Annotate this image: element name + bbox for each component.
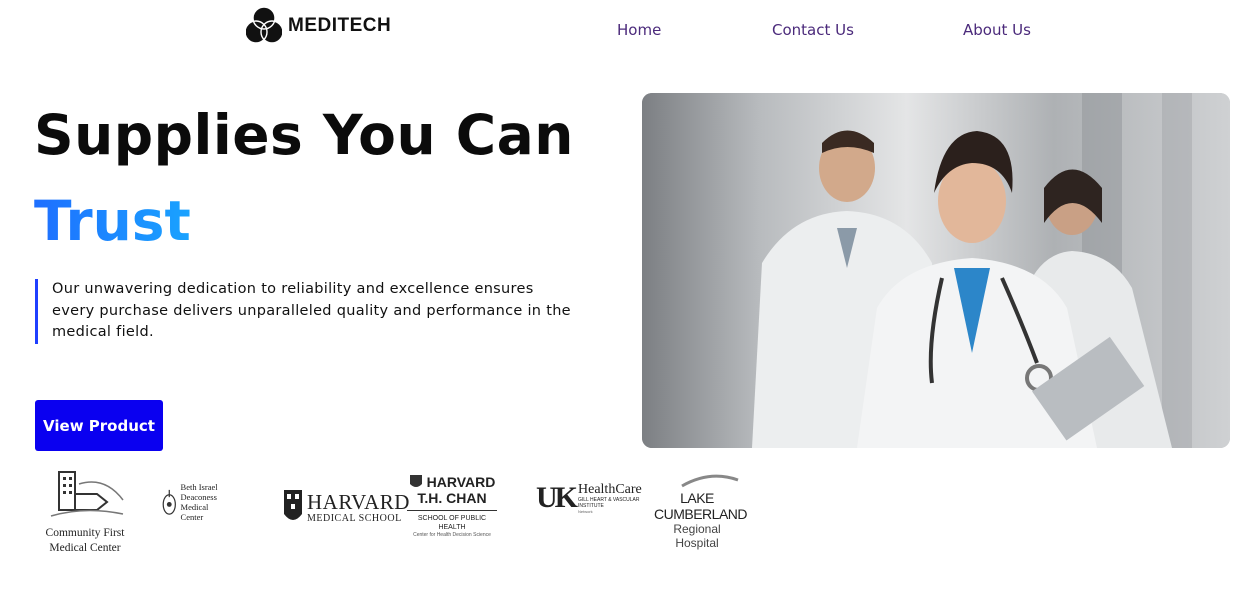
partner-4-line1: HARVARD	[426, 474, 496, 490]
partner-6-line1: LAKE CUMBERLAND	[654, 490, 748, 522]
partner-6-line2: Regional Hospital	[673, 522, 721, 550]
hero-title-line2: Trust	[34, 186, 191, 256]
hero-description: Our unwavering dedication to reliability…	[35, 279, 572, 344]
partner-4-line3: SCHOOL OF PUBLIC HEALTH	[407, 510, 497, 532]
building-icon	[50, 471, 124, 517]
swoosh-arc-icon	[681, 474, 739, 488]
partner-logo-community-first: Community First Medical Center	[40, 470, 130, 555]
brand-name: MEDITECH	[288, 15, 392, 36]
nav-home-link[interactable]: Home	[617, 21, 661, 39]
nav-contact-link[interactable]: Contact Us	[772, 21, 854, 39]
view-product-button[interactable]: View Product	[35, 400, 163, 451]
partner-1-line2: Medical Center	[49, 542, 121, 554]
partner-4-line4: Center for Health Decision Science	[413, 532, 491, 538]
partner-logo-uk-healthcare: UK HealthCare GILL HEART & VASCULAR INST…	[536, 482, 642, 514]
partner-5-line3: Network	[578, 509, 593, 514]
harvard-chan-shield-icon	[409, 475, 422, 487]
partner-3-line2: MEDICAL SCHOOL	[307, 513, 402, 524]
partner-logo-harvard-medical: HARVARD MEDICAL SCHOOL	[283, 488, 410, 528]
hero-image-doctors	[642, 93, 1230, 448]
partner-5-line1: HealthCare	[578, 482, 642, 497]
partner-2-line2: Medical Center	[180, 502, 209, 522]
nav-about-link[interactable]: About Us	[963, 21, 1031, 39]
brand-logo[interactable]: MEDITECH	[246, 6, 391, 46]
three-circles-logo-icon	[246, 6, 282, 44]
partner-logo-lake-cumberland: LAKE CUMBERLAND Regional Hospital	[654, 474, 748, 550]
partner-4-line2: T.H. CHAN	[417, 490, 487, 506]
partner-5-monogram: UK	[536, 481, 578, 514]
harvard-shield-icon	[284, 490, 302, 520]
hero-title-line1: Supplies You Can	[34, 103, 574, 167]
partner-logo-beth-israel: Beth Israel Deaconess Medical Center	[162, 480, 226, 524]
doctors-photo-illustration	[642, 93, 1230, 448]
partner-logo-harvard-chan: HARVARD T.H. CHAN SCHOOL OF PUBLIC HEALT…	[407, 474, 497, 539]
partner-5-line2: GILL HEART & VASCULAR INSTITUTE	[578, 497, 640, 509]
partner-1-line1: Community First	[45, 527, 125, 539]
partner-3-line1: HARVARD	[307, 490, 410, 514]
partner-2-line1: Beth Israel Deaconess	[180, 482, 218, 502]
beth-israel-emblem-icon	[162, 489, 176, 515]
